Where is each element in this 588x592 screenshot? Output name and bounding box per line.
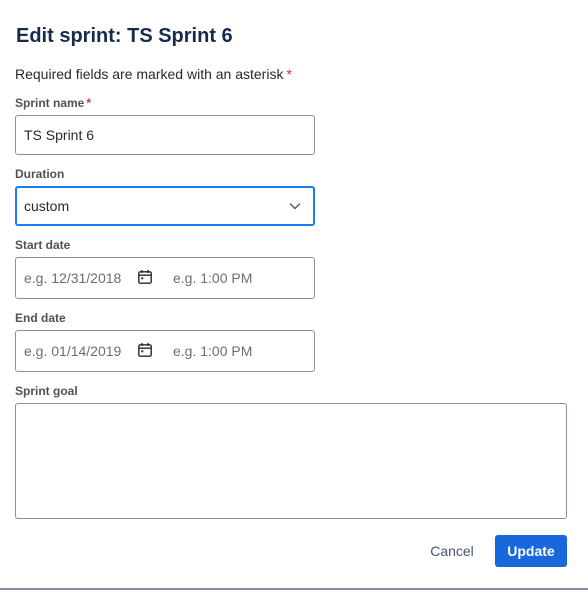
end-date-picker[interactable]: e.g. 01/14/2019 e.g. 1:00 PM [15,330,315,372]
edit-sprint-dialog: Edit sprint: TS Sprint 6 Required fields… [0,0,588,590]
required-note-text: Required fields are marked with an aster… [15,66,284,82]
sprint-name-label: Sprint name * [15,95,91,111]
sprint-goal-textarea[interactable] [15,403,567,519]
update-button[interactable]: Update [495,535,567,567]
duration-select[interactable]: custom [15,186,315,226]
sprint-name-input[interactable]: TS Sprint 6 [15,115,315,155]
start-date-label: Start date [15,238,71,252]
calendar-icon[interactable] [137,269,153,285]
calendar-icon[interactable] [137,342,153,358]
end-time-input[interactable]: e.g. 1:00 PM [173,341,252,361]
sprint-name-value: TS Sprint 6 [24,127,95,143]
sprint-name-required-asterisk: * [86,96,92,110]
end-date-label: End date [15,311,66,325]
duration-value: custom [24,198,70,214]
duration-label: Duration [15,167,65,181]
required-fields-note: Required fields are marked with an aster… [15,64,292,84]
chevron-down-icon [287,198,303,214]
start-time-input[interactable]: e.g. 1:00 PM [173,268,252,288]
start-date-picker[interactable]: e.g. 12/31/2018 e.g. 1:00 PM [15,257,315,299]
required-asterisk: * [286,66,292,82]
start-date-input[interactable]: e.g. 12/31/2018 [24,268,121,288]
cancel-button[interactable]: Cancel [418,535,486,567]
dialog-title: Edit sprint: TS Sprint 6 [16,25,233,47]
sprint-name-label-text: Sprint name [15,96,85,110]
sprint-goal-label: Sprint goal [15,384,78,398]
end-date-input[interactable]: e.g. 01/14/2019 [24,341,121,361]
